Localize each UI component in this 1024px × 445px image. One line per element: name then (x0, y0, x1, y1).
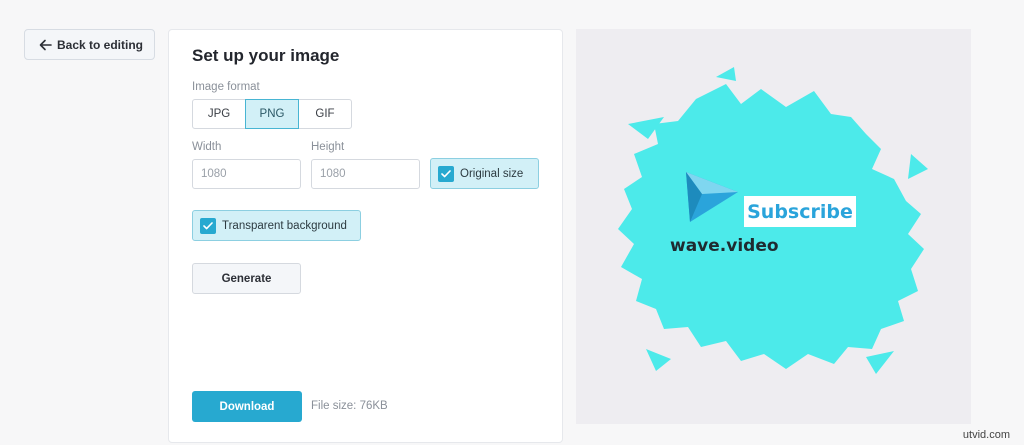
setup-panel: Set up your image Image format JPG PNG G… (168, 29, 563, 443)
height-input[interactable] (311, 159, 420, 189)
back-button-label: Back to editing (57, 37, 144, 52)
format-png-button[interactable]: PNG (245, 99, 299, 129)
subscribe-badge: Subscribe (744, 196, 856, 227)
transparent-background-label: Transparent background (222, 219, 347, 232)
panel-title: Set up your image (192, 46, 340, 65)
watermark: utvid.com (962, 429, 1010, 441)
transparent-background-toggle[interactable]: Transparent background (192, 210, 361, 241)
format-jpg-button[interactable]: JPG (192, 99, 246, 129)
original-size-toggle[interactable]: Original size (430, 158, 539, 189)
checkbox-checked-icon (438, 165, 454, 182)
brand-text: wave.video (670, 236, 779, 256)
arrow-left-icon (39, 39, 52, 51)
play-logo-icon (686, 172, 738, 222)
height-label: Height (311, 141, 345, 153)
download-button[interactable]: Download (192, 391, 302, 422)
width-label: Width (192, 141, 222, 153)
file-size-text: File size: 76KB (311, 400, 388, 412)
original-size-label: Original size (460, 167, 524, 180)
width-input[interactable] (192, 159, 301, 189)
back-to-editing-button[interactable]: Back to editing (24, 29, 155, 60)
checkbox-checked-icon (200, 217, 216, 234)
image-format-selector: JPG PNG GIF (192, 99, 352, 129)
image-preview: wave.video Subscribe (576, 29, 971, 424)
generate-button[interactable]: Generate (192, 263, 301, 294)
image-format-label: Image format (192, 81, 260, 93)
format-gif-button[interactable]: GIF (298, 99, 352, 129)
